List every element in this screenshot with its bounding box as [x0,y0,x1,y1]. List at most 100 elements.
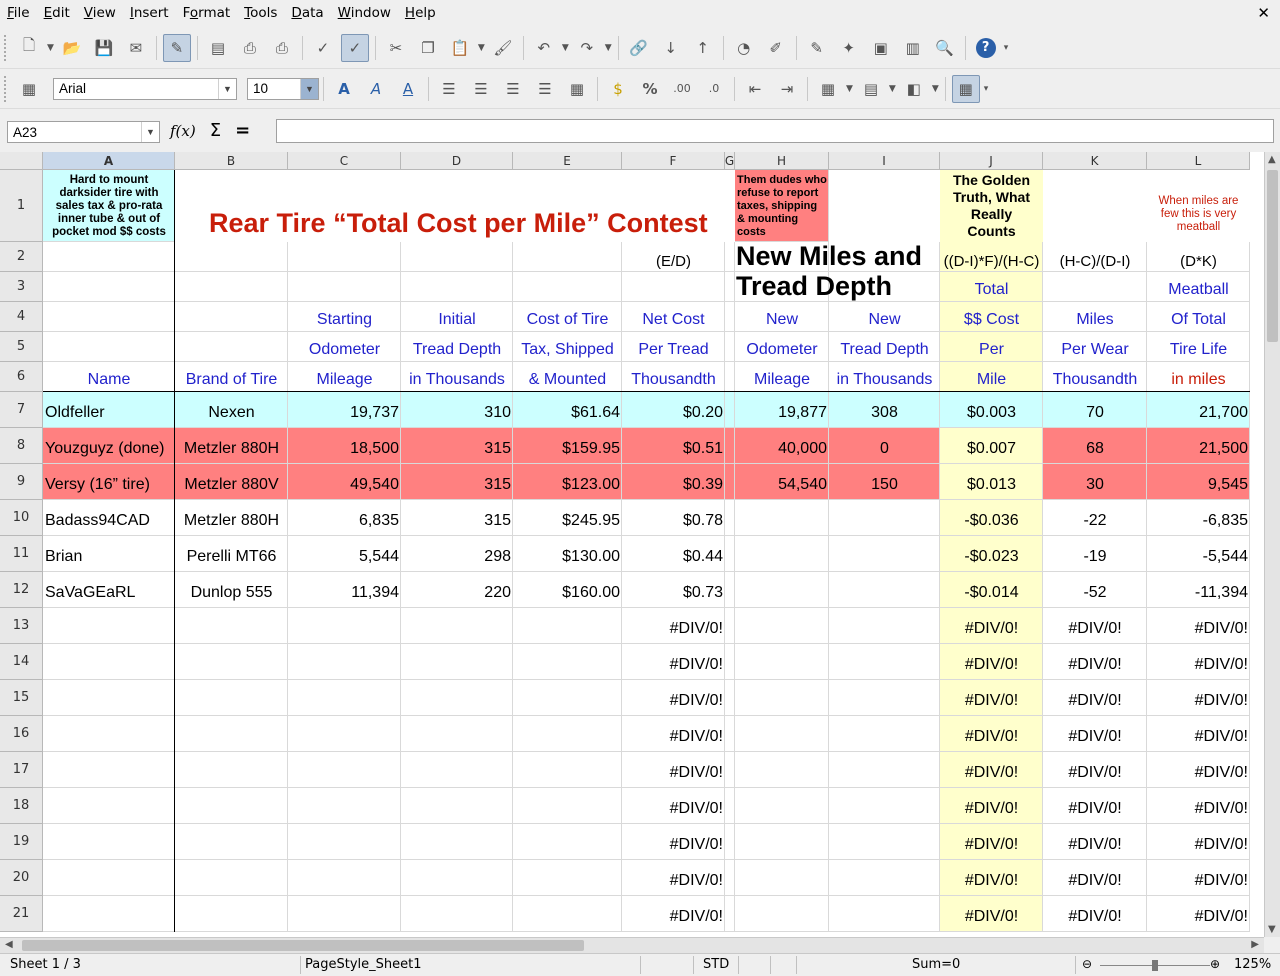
cell-f9[interactable]: $0.39 [622,464,725,500]
align-left-icon[interactable]: ☰ [435,75,463,103]
header-h5[interactable]: Odometer [735,332,829,362]
find-replace-icon[interactable]: ✎ [803,34,831,62]
cell-l2-formula[interactable]: (D*K) [1147,242,1250,272]
cell-c10[interactable]: 6,835 [288,500,401,536]
vertical-scroll-thumb[interactable] [1267,170,1278,342]
cell-k8[interactable]: 68 [1043,428,1147,464]
print-icon[interactable]: ⎙ [236,34,264,62]
row-header-9[interactable]: 9 [0,464,43,500]
cell-f19-error[interactable]: #DIV/0! [622,824,725,860]
row-header-2[interactable]: 2 [0,242,43,272]
cell[interactable] [829,644,940,680]
gallery-icon[interactable]: ▣ [867,34,895,62]
cell-i7[interactable]: 308 [829,392,940,428]
cell-e10[interactable]: $245.95 [513,500,622,536]
header-b6[interactable]: Brand of Tire [175,362,288,392]
header-d4[interactable]: Initial [401,302,513,332]
cell[interactable] [401,680,513,716]
cell[interactable] [829,788,940,824]
cell[interactable] [725,242,735,272]
cell[interactable] [829,860,940,896]
row-header-3[interactable]: 3 [0,272,43,302]
cell-k20-error[interactable]: #DIV/0! [1043,860,1147,896]
spellcheck-icon[interactable]: ✓ [309,34,337,62]
justify-icon[interactable]: ☰ [531,75,559,103]
column-header-e[interactable]: E [513,152,622,170]
cell-b11[interactable]: Perelli MT66 [175,536,288,572]
cell[interactable] [513,608,622,644]
row-header-6[interactable]: 6 [0,362,43,392]
new-dropdown-icon[interactable]: ▼ [47,43,54,53]
cell-f20-error[interactable]: #DIV/0! [622,860,725,896]
cell-j11[interactable]: -$0.023 [940,536,1043,572]
cell-j1-golden-truth[interactable]: The Golden Truth, What Really Counts [940,170,1043,242]
decrease-indent-icon[interactable]: ⇤ [741,75,769,103]
cell[interactable] [175,788,288,824]
cell-j18-error[interactable]: #DIV/0! [940,788,1043,824]
header-j3[interactable]: Total [940,272,1043,302]
delete-decimal-icon[interactable]: .0 [700,75,728,103]
cell[interactable] [829,896,940,932]
cell-j16-error[interactable]: #DIV/0! [940,716,1043,752]
cell-l12[interactable]: -11,394 [1147,572,1250,608]
cell[interactable] [43,332,175,362]
header-l3[interactable]: Meatball [1147,272,1250,302]
header-f5[interactable]: Per Tread [622,332,725,362]
cell-l1-note[interactable]: When miles are few this is very meatball [1147,170,1250,242]
column-header-l[interactable]: L [1147,152,1250,170]
header-h4[interactable]: New [735,302,829,332]
cell-f16-error[interactable]: #DIV/0! [622,716,725,752]
redo-dropdown-icon[interactable]: ▼ [605,43,612,53]
row-header-8[interactable]: 8 [0,428,43,464]
hyperlink-icon[interactable]: 🔗 [625,34,653,62]
row-header-15[interactable]: 15 [0,680,43,716]
cell[interactable] [725,680,735,716]
cell-l19-error[interactable]: #DIV/0! [1147,824,1250,860]
underline-icon[interactable]: A [394,75,422,103]
cell-j8[interactable]: $0.007 [940,428,1043,464]
cell[interactable] [43,302,175,332]
cell[interactable] [401,608,513,644]
selection-mode[interactable]: STD [703,957,729,972]
cell[interactable] [288,716,401,752]
cell[interactable] [735,572,829,608]
cell-f21-error[interactable]: #DIV/0! [622,896,725,932]
cell-i8[interactable]: 0 [829,428,940,464]
cell-f18-error[interactable]: #DIV/0! [622,788,725,824]
merge-cells-icon[interactable]: ▦ [563,75,591,103]
header-j5[interactable]: Per [940,332,1043,362]
cell[interactable] [175,896,288,932]
cell-j21-error[interactable]: #DIV/0! [940,896,1043,932]
cell-b7[interactable]: Nexen [175,392,288,428]
page-style[interactable]: PageStyle_Sheet1 [305,957,421,972]
cell-j12[interactable]: -$0.014 [940,572,1043,608]
cell-l7[interactable]: 21,700 [1147,392,1250,428]
column-header-g[interactable]: G [725,152,735,170]
horizontal-scroll-thumb[interactable] [22,940,584,951]
cell[interactable] [829,680,940,716]
cell[interactable] [725,500,735,536]
cell[interactable] [513,896,622,932]
header-f4[interactable]: Net Cost [622,302,725,332]
menu-format[interactable]: Format [176,0,238,27]
cell[interactable] [513,824,622,860]
cell[interactable] [401,824,513,860]
cell-k13-error[interactable]: #DIV/0! [1043,608,1147,644]
cell[interactable] [288,644,401,680]
save-icon[interactable]: 💾 [90,34,118,62]
cell[interactable] [622,272,725,302]
cell-k9[interactable]: 30 [1043,464,1147,500]
cell[interactable] [175,608,288,644]
cell-l17-error[interactable]: #DIV/0! [1147,752,1250,788]
show-draw-functions-icon[interactable]: ✐ [762,34,790,62]
cell[interactable] [43,242,175,272]
cell[interactable] [735,824,829,860]
cell-h9[interactable]: 54,540 [735,464,829,500]
navigator-icon[interactable]: ✦ [835,34,863,62]
header-e4[interactable]: Cost of Tire [513,302,622,332]
font-color-dropdown-icon[interactable]: ▼ [932,84,939,94]
cell-f2-formula[interactable]: (E/D) [622,242,725,272]
column-header-f[interactable]: F [622,152,725,170]
help-icon[interactable]: ? [972,34,1000,62]
cell-j7[interactable]: $0.003 [940,392,1043,428]
